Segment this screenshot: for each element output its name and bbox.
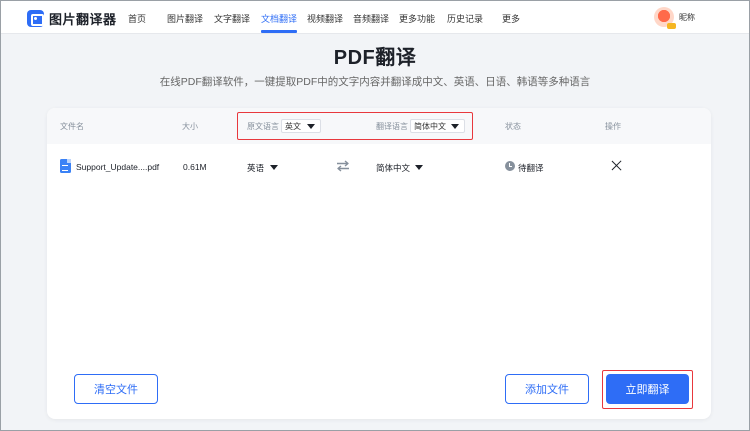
user-menu[interactable]: 昵称 <box>654 7 695 29</box>
user-name[interactable]: 昵称 <box>679 12 695 23</box>
app-logo[interactable]: 图片翻译器 <box>27 9 117 27</box>
target-lang-select-value: 简体中文 <box>414 122 446 131</box>
logo-text: 图片翻译器 <box>49 11 117 27</box>
page-title: PDF翻译 <box>333 47 417 69</box>
swap-icon[interactable] <box>336 160 350 172</box>
nav-home[interactable]: 首页 <box>128 12 146 25</box>
file-icon <box>60 159 71 173</box>
nav-document-translate[interactable]: 文档翻译 <box>261 12 298 33</box>
header-file-name: 文件名 <box>60 122 84 131</box>
nav-more[interactable]: 更多 <box>502 12 520 25</box>
row-target-lang: 简体中文 <box>376 163 411 173</box>
nav-more-features[interactable]: 更多功能 <box>399 12 435 25</box>
add-files-button[interactable]: 添加文件 <box>505 374 589 404</box>
add-files-label: 添加文件 <box>525 384 569 396</box>
header-actions: 操作 <box>605 122 621 131</box>
top-nav-bar: 图片翻译器 首页 图片翻译 文字翻译 文档翻译 视频翻译 音频翻译 更多功能 历… <box>1 1 749 34</box>
page-subtitle: 在线PDF翻译软件，一键提取PDF中的文字内容并翻译成中文、英语、日语、韩语等多… <box>159 76 591 88</box>
header-target-lang: 翻译语言 <box>376 122 408 131</box>
nav-history[interactable]: 历史记录 <box>447 12 483 25</box>
nav-audio-translate[interactable]: 音频翻译 <box>353 12 389 25</box>
nav-video-translate[interactable]: 视频翻译 <box>307 12 343 25</box>
header-source-lang: 原文语言 <box>247 122 279 131</box>
source-lang-select-value: 英文 <box>285 122 301 131</box>
caret-down-icon[interactable] <box>307 124 315 129</box>
close-icon[interactable] <box>610 159 623 172</box>
caret-down-icon[interactable] <box>415 165 423 170</box>
avatar[interactable] <box>654 7 676 29</box>
translate-now-label: 立即翻译 <box>625 384 670 396</box>
clear-files-button[interactable]: 清空文件 <box>74 374 158 404</box>
clock-icon <box>505 161 515 171</box>
row-status: 待翻译 <box>518 163 544 173</box>
clear-files-label: 清空文件 <box>94 384 138 396</box>
logo-icon <box>27 9 44 27</box>
table-header: 文件名 大小 原文语言 英文 翻译语言 简体中文 状态 操作 <box>47 108 711 144</box>
nav-image-translate[interactable]: 图片翻译 <box>167 12 203 25</box>
row-file-name: Support_Update....pdf <box>76 162 160 172</box>
file-panel: 文件名 大小 原文语言 英文 翻译语言 简体中文 状态 操作 Support_U… <box>47 108 711 419</box>
table-row: Support_Update....pdf 0.61M 英语 简体中文 待翻译 <box>47 144 711 190</box>
header-status: 状态 <box>505 122 521 131</box>
row-size: 0.61M <box>183 162 207 172</box>
translate-now-button[interactable]: 立即翻译 <box>606 374 689 404</box>
nav-text-translate[interactable]: 文字翻译 <box>214 12 250 25</box>
caret-down-icon[interactable] <box>451 124 459 129</box>
source-lang-select[interactable]: 英文 <box>281 119 321 133</box>
caret-down-icon[interactable] <box>270 165 278 170</box>
header-size: 大小 <box>182 122 198 131</box>
row-source-lang: 英语 <box>247 163 265 173</box>
